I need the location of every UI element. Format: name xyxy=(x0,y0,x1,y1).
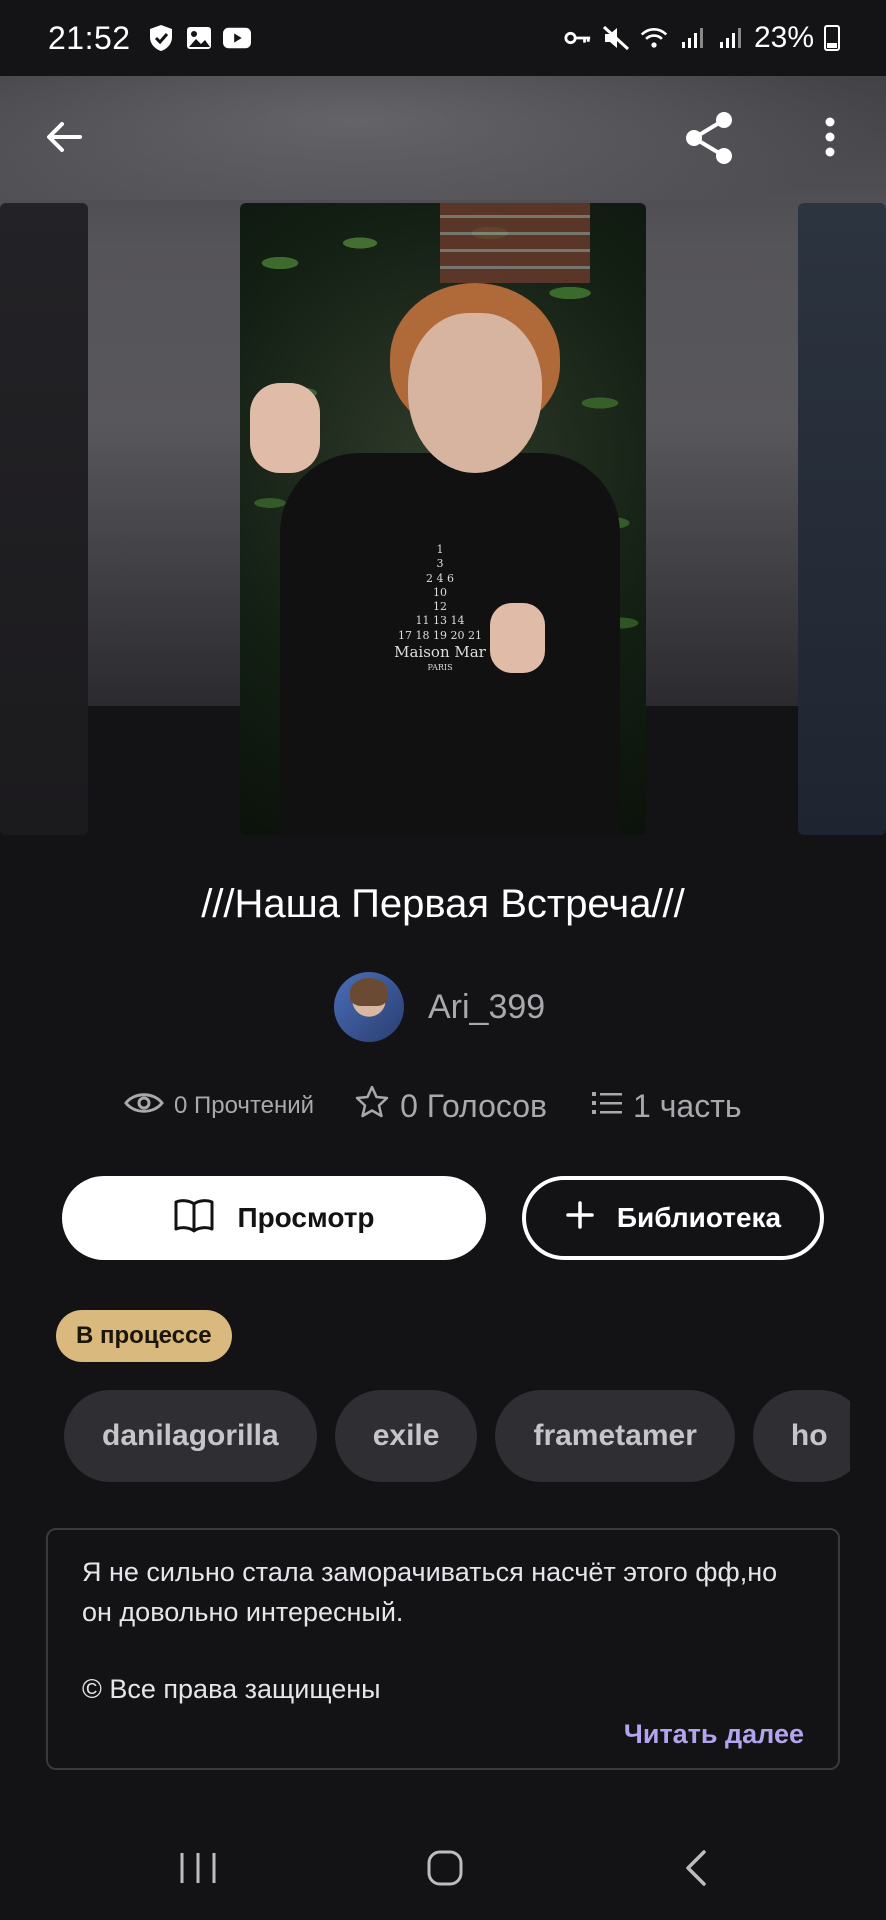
cover-person-face xyxy=(408,313,542,473)
tag-chip[interactable]: ho xyxy=(752,1390,850,1482)
read-button[interactable]: Просмотр xyxy=(62,1176,486,1260)
plus-icon xyxy=(565,1200,595,1237)
mute-icon xyxy=(602,24,630,52)
recents-icon[interactable] xyxy=(178,1850,218,1886)
tag-chip[interactable]: exile xyxy=(334,1390,478,1482)
cover-fist-hand xyxy=(490,603,545,673)
author-avatar[interactable] xyxy=(334,972,404,1042)
notification-icons xyxy=(147,24,251,52)
story-cover-image[interactable]: 1 3 2 4 6 10 12 11 13 14 17 18 19 20 21 … xyxy=(240,203,646,835)
list-icon xyxy=(591,1088,623,1125)
status-badge: В процессе xyxy=(56,1310,232,1362)
parts-count[interactable]: 1 часть xyxy=(633,1088,741,1125)
read-more-link[interactable]: Читать далее xyxy=(624,1719,804,1750)
votes-count: 0 Голосов xyxy=(400,1087,548,1124)
library-button-label: Библиотека xyxy=(616,1202,782,1233)
back-icon[interactable] xyxy=(680,1848,710,1888)
story-title: ///Наша Первая Встреча/// xyxy=(201,882,685,926)
previous-cover[interactable] xyxy=(0,203,88,835)
cover-peace-hand xyxy=(250,383,320,473)
share-icon[interactable] xyxy=(680,108,740,168)
more-vert-icon[interactable] xyxy=(810,112,850,162)
reads-count: 0 Прочтений xyxy=(174,1092,315,1119)
author-row[interactable]: Ari_399 xyxy=(334,972,545,1042)
description-text: Я не сильно стала заморачиваться насчёт … xyxy=(82,1557,778,1627)
star-icon xyxy=(354,1084,390,1128)
signal-icon xyxy=(716,24,744,52)
cover-brick-wall xyxy=(440,203,590,283)
signal-icon xyxy=(678,24,706,52)
status-bar: 21:52 23% xyxy=(0,0,886,76)
battery-percent: 23% xyxy=(753,21,814,54)
book-icon xyxy=(173,1197,215,1240)
shield-icon xyxy=(147,24,175,52)
wifi-icon xyxy=(640,24,668,52)
battery-icon xyxy=(824,25,840,51)
home-icon[interactable] xyxy=(426,1848,464,1888)
tag-list: danilagorilla exile frametamer ho xyxy=(64,1390,850,1482)
votes-stat: 0 Голосов xyxy=(354,1084,547,1128)
eye-icon xyxy=(124,1090,164,1123)
key-icon xyxy=(564,24,592,52)
top-app-bar xyxy=(0,100,886,180)
author-name[interactable]: Ari_399 xyxy=(428,988,545,1027)
next-cover[interactable] xyxy=(798,203,886,835)
status-time: 21:52 xyxy=(48,19,131,56)
cover-shirt-print: 1 3 2 4 6 10 12 11 13 14 17 18 19 20 21 … xyxy=(394,543,486,672)
description-card: Я не сильно стала заморачиваться насчёт … xyxy=(46,1528,840,1770)
system-nav-bar xyxy=(0,1820,886,1920)
copyright-text: © Все права защищены xyxy=(82,1674,381,1704)
gallery-icon xyxy=(185,24,213,52)
read-button-label: Просмотр xyxy=(237,1202,375,1233)
youtube-icon xyxy=(222,24,251,52)
tag-chip[interactable]: danilagorilla xyxy=(64,1390,317,1482)
story-stats: 0 Прочтений 0 Голосов 1 часть xyxy=(124,1082,742,1130)
back-arrow-icon[interactable] xyxy=(40,112,90,162)
add-to-library-button[interactable]: Библиотека xyxy=(522,1176,824,1260)
parts-stat[interactable]: 1 часть xyxy=(591,1088,742,1125)
tag-chip[interactable]: frametamer xyxy=(495,1390,735,1482)
reads-stat: 0 Прочтений xyxy=(124,1090,314,1123)
system-status: 23% xyxy=(564,21,840,55)
